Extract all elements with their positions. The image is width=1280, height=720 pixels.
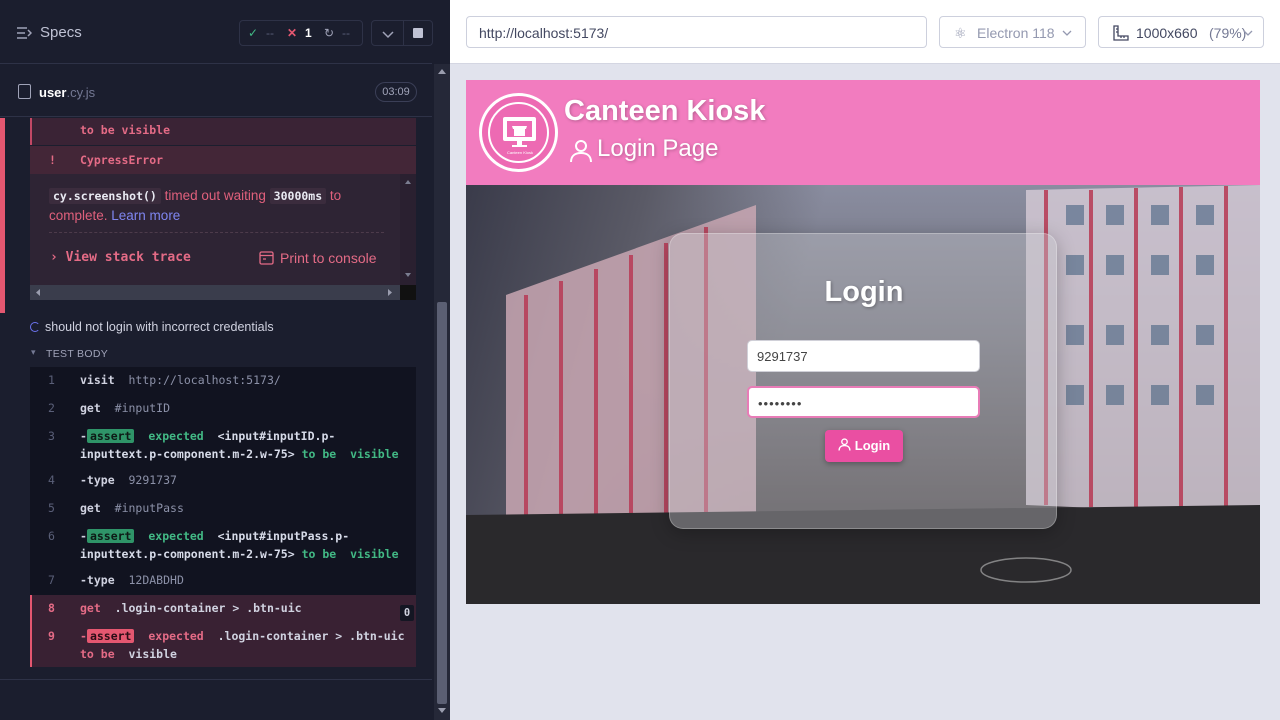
stop-button[interactable] — [404, 20, 433, 46]
chevron-down-icon: ▾ — [31, 347, 36, 357]
runner-bottom-divider — [0, 679, 432, 680]
failed-test-stripe — [0, 118, 5, 313]
error-command: cy.screenshot() — [49, 188, 161, 204]
login-heading: Login — [824, 276, 904, 308]
pending-count: -- — [342, 26, 350, 40]
view-stack-trace-button[interactable]: › View stack trace — [50, 250, 191, 265]
specs-icon[interactable] — [17, 26, 32, 40]
command-arg: #inputID — [114, 401, 171, 415]
browser-name: Electron 118 — [977, 25, 1055, 41]
previous-assert-line: to be visible — [30, 118, 416, 145]
command-arg: .login-container > .btn-uic — [114, 601, 302, 615]
login-button[interactable]: Login — [825, 430, 903, 462]
command-name: visit — [80, 373, 115, 387]
command-log-panel: Specs ✓ -- ✕ 1 ↻ -- user.cy.js 03:09 to … — [0, 0, 450, 720]
error-divider — [49, 232, 384, 233]
campus-background-image: Login 9291737 •••••••• Login — [466, 185, 1260, 604]
login-card: Login 9291737 •••••••• Login — [669, 233, 1057, 529]
command-name: get — [80, 601, 101, 615]
viewport-size: 1000x660 — [1136, 25, 1198, 41]
monitor-store-icon: Canteen Kiosk — [503, 117, 536, 155]
command-list: 1 visit http://localhost:5173/ 2 get #in… — [30, 367, 416, 595]
console-icon — [259, 251, 274, 265]
password-input[interactable]: •••••••• — [747, 386, 980, 418]
test-title[interactable]: should not login with incorrect credenti… — [45, 320, 274, 334]
test-body-label[interactable]: TEST BODY — [46, 348, 108, 360]
aut-toolbar: http://localhost:5173/ ⚛ Electron 118 10… — [450, 0, 1280, 64]
user-icon — [570, 140, 592, 163]
command-name: get — [80, 501, 101, 515]
check-icon: ✓ — [248, 26, 259, 40]
error-message-box: cy.screenshot() timed out waiting 30000m… — [30, 174, 416, 285]
command-arg: 12DABDHD — [128, 573, 184, 587]
failed-commands: 8 get .login-container > .btn-uic 0 9 -a… — [30, 595, 416, 667]
chevron-down-icon — [382, 31, 394, 39]
error-timeout: 30000ms — [269, 188, 327, 204]
kiosk-logo: Canteen Kiosk — [479, 93, 558, 172]
element-count-badge: 0 — [400, 605, 414, 621]
print-to-console-button[interactable]: Print to console — [259, 250, 377, 266]
learn-more-link[interactable]: Learn more — [111, 208, 180, 223]
auto-scroll-toggle-button[interactable] — [371, 20, 404, 46]
command-arg: 9291737 — [128, 473, 177, 487]
logo-caption: Canteen Kiosk — [507, 150, 533, 155]
app-under-test: Canteen Kiosk Canteen Kiosk Login Page L… — [466, 80, 1260, 604]
running-spinner-icon — [30, 322, 40, 332]
scrollbar-thumb[interactable] — [437, 302, 447, 704]
error-horizontal-scrollbar[interactable] — [30, 285, 416, 300]
error-header: ! CypressError — [30, 146, 416, 174]
electron-icon: ⚛ — [954, 25, 967, 41]
specs-header: Specs ✓ -- ✕ 1 ↻ -- — [0, 0, 433, 64]
assert-badge: assert — [86, 429, 135, 443]
command-log-scrollbar[interactable] — [434, 64, 450, 720]
error-type: CypressError — [80, 153, 164, 167]
passed-count: -- — [266, 26, 274, 40]
id-input[interactable]: 9291737 — [747, 340, 980, 372]
chevron-down-icon — [1243, 30, 1253, 36]
spec-file-row[interactable]: user.cy.js 03:09 — [0, 65, 432, 117]
failed-count: 1 — [305, 26, 312, 40]
user-icon — [838, 438, 851, 451]
chevron-right-icon: › — [50, 250, 58, 265]
command-name: get — [80, 401, 101, 415]
spec-duration: 03:09 — [375, 82, 417, 102]
error-vertical-scrollbar[interactable] — [400, 174, 416, 285]
command-name: -type — [80, 473, 115, 487]
command-arg: http://localhost:5173/ — [128, 373, 281, 387]
url-bar[interactable]: http://localhost:5173/ — [466, 16, 927, 48]
zoom-level: (79%) — [1209, 25, 1247, 41]
print-console-label: Print to console — [280, 250, 377, 266]
assert-fail-badge: assert — [86, 629, 135, 643]
browser-selector[interactable]: ⚛ Electron 118 — [939, 16, 1086, 48]
ruler-icon — [1113, 25, 1129, 41]
specs-title[interactable]: Specs — [40, 24, 82, 41]
error-text-1: timed out waiting — [160, 188, 270, 203]
x-icon: ✕ — [287, 26, 298, 40]
stop-icon — [413, 28, 423, 38]
assert-badge: assert — [86, 529, 135, 543]
command-arg: #inputPass — [114, 501, 184, 515]
app-header: Canteen Kiosk Canteen Kiosk Login Page — [466, 80, 1260, 185]
app-title: Canteen Kiosk — [564, 95, 766, 127]
test-stats: ✓ -- ✕ 1 ↻ -- — [239, 20, 363, 46]
file-icon — [18, 84, 31, 99]
error-message: cy.screenshot() timed out waiting 30000m… — [49, 186, 389, 225]
viewport-selector[interactable]: 1000x660 (79%) — [1098, 16, 1264, 48]
error-marker-icon: ! — [49, 153, 56, 167]
spec-file-name: user.cy.js — [39, 85, 96, 100]
prev-line-text: to be visible — [80, 123, 171, 137]
app-subtitle: Login Page — [597, 135, 719, 162]
spinner-icon: ↻ — [324, 26, 335, 40]
stack-trace-label: View stack trace — [65, 250, 191, 265]
command-name: -type — [80, 573, 115, 587]
chevron-down-icon — [1062, 30, 1072, 36]
login-button-label: Login — [854, 438, 891, 453]
